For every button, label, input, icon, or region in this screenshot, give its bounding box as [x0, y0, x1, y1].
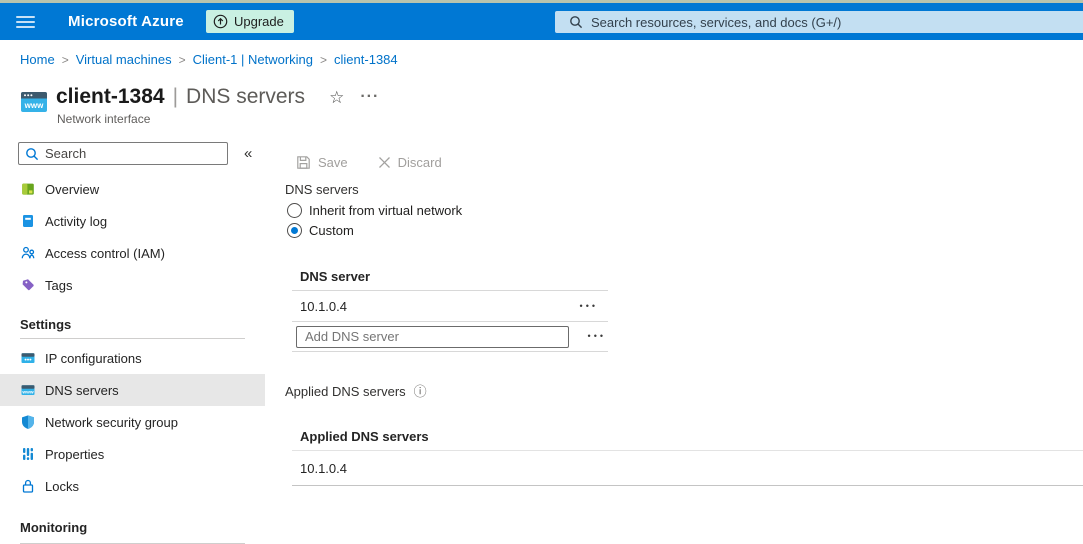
radio-custom[interactable]: Custom: [287, 222, 1083, 238]
locks-icon: [20, 478, 36, 494]
applied-dns-server-row: 10.1.0.4: [292, 451, 1083, 486]
row-ellipsis-button[interactable]: •••: [578, 300, 600, 313]
save-button[interactable]: Save: [296, 155, 348, 170]
access-control-icon: [20, 245, 36, 261]
dns-servers-blade: Save Discard DNS servers Inherit from vi…: [285, 140, 1083, 542]
breadcrumb-separator: >: [320, 53, 328, 67]
dns-servers-icon: www: [20, 382, 36, 398]
dns-server-value: 10.1.0.4: [300, 298, 347, 314]
search-icon: [570, 16, 583, 29]
radio-inherit-from-virtual-network[interactable]: Inherit from virtual network: [287, 202, 1083, 218]
breadcrumb-client1-networking[interactable]: Client-1 | Networking: [193, 52, 313, 67]
sidebar: « Overview Activity log: [0, 135, 265, 544]
radio-selected-icon: [287, 222, 302, 238]
sidebar-item-network-security-group[interactable]: Network security group: [0, 406, 265, 438]
sidebar-item-overview[interactable]: Overview: [0, 173, 265, 205]
breadcrumb: Home > Virtual machines > Client-1 | Network…: [20, 52, 398, 67]
save-icon: [297, 155, 310, 169]
row-ellipsis-button[interactable]: •••: [586, 330, 608, 343]
sidebar-item-access-control[interactable]: Access control (IAM): [0, 237, 265, 269]
sidebar-item-activity-log[interactable]: Activity log: [0, 205, 265, 237]
applied-dns-servers-label: Applied DNS servers: [285, 383, 406, 399]
radio-unselected-icon: [287, 202, 302, 218]
favorite-star-button[interactable]: ☆: [327, 89, 346, 106]
azure-brand-link[interactable]: Microsoft Azure: [68, 3, 184, 40]
page-title: client-1384 | DNS servers ☆ ···: [56, 83, 379, 111]
svg-text:www: www: [24, 101, 44, 110]
discard-button[interactable]: Discard: [378, 155, 442, 170]
top-bar: Microsoft Azure Upgrade: [0, 3, 1083, 40]
info-icon[interactable]: ⓘ: [414, 385, 427, 398]
dns-server-column-header: DNS server: [292, 258, 608, 291]
applied-dns-server-value: 10.1.0.4: [300, 460, 347, 476]
properties-icon: [20, 446, 36, 462]
global-search: [555, 11, 1083, 33]
sidebar-item-ip-configurations[interactable]: IP configurations: [0, 342, 265, 374]
settings-section-header: Settings: [20, 317, 72, 332]
add-dns-server-input[interactable]: [296, 325, 569, 348]
more-options-button[interactable]: ···: [360, 89, 379, 105]
sidebar-item-properties[interactable]: Properties: [0, 438, 265, 470]
applied-dns-servers-column-header: Applied DNS servers: [292, 418, 1083, 451]
upgrade-arrow-icon: [213, 14, 228, 29]
dns-server-row: 10.1.0.4 •••: [292, 291, 608, 322]
collapse-sidebar-button[interactable]: «: [244, 146, 252, 161]
breadcrumb-client-1384[interactable]: client-1384: [334, 52, 398, 67]
sidebar-search-icon: [26, 147, 39, 160]
sidebar-item-tags[interactable]: Tags: [0, 269, 265, 301]
global-search-input[interactable]: [591, 14, 1083, 30]
network-interface-icon: www: [20, 88, 48, 119]
overview-icon: [20, 181, 36, 197]
upgrade-label: Upgrade: [234, 14, 284, 29]
discard-x-icon: [378, 156, 390, 168]
sidebar-item-locks[interactable]: Locks: [0, 470, 265, 502]
breadcrumb-home[interactable]: Home: [20, 52, 55, 67]
hamburger-menu-button[interactable]: [16, 12, 40, 32]
svg-text:www: www: [21, 390, 33, 395]
sidebar-item-dns-servers[interactable]: www DNS servers: [0, 374, 265, 406]
upgrade-button[interactable]: Upgrade: [206, 10, 294, 33]
network-security-group-icon: [20, 414, 36, 430]
sidebar-search-input[interactable]: [18, 142, 228, 165]
resource-name: client-1384: [56, 85, 165, 108]
dns-server-table: DNS server 10.1.0.4 ••• •••: [292, 258, 608, 352]
activity-log-icon: [20, 213, 36, 229]
blade-name: DNS servers: [186, 85, 306, 108]
breadcrumb-separator: >: [178, 53, 186, 67]
title-separator: |: [172, 85, 179, 108]
command-bar: Save Discard: [285, 148, 1083, 176]
add-dns-server-row: •••: [292, 322, 608, 352]
settings-divider: [20, 338, 245, 339]
breadcrumb-virtual-machines[interactable]: Virtual machines: [76, 52, 172, 67]
ip-configurations-icon: [20, 350, 36, 366]
dns-servers-group-label: DNS servers: [285, 182, 359, 197]
breadcrumb-separator: >: [61, 53, 69, 67]
hamburger-icon: [16, 15, 35, 19]
resource-type-subtitle: Network interface: [57, 112, 151, 126]
applied-dns-servers-table: Applied DNS servers 10.1.0.4: [292, 418, 1083, 486]
tags-icon: [20, 277, 36, 293]
monitoring-section-header: Monitoring: [20, 520, 88, 535]
